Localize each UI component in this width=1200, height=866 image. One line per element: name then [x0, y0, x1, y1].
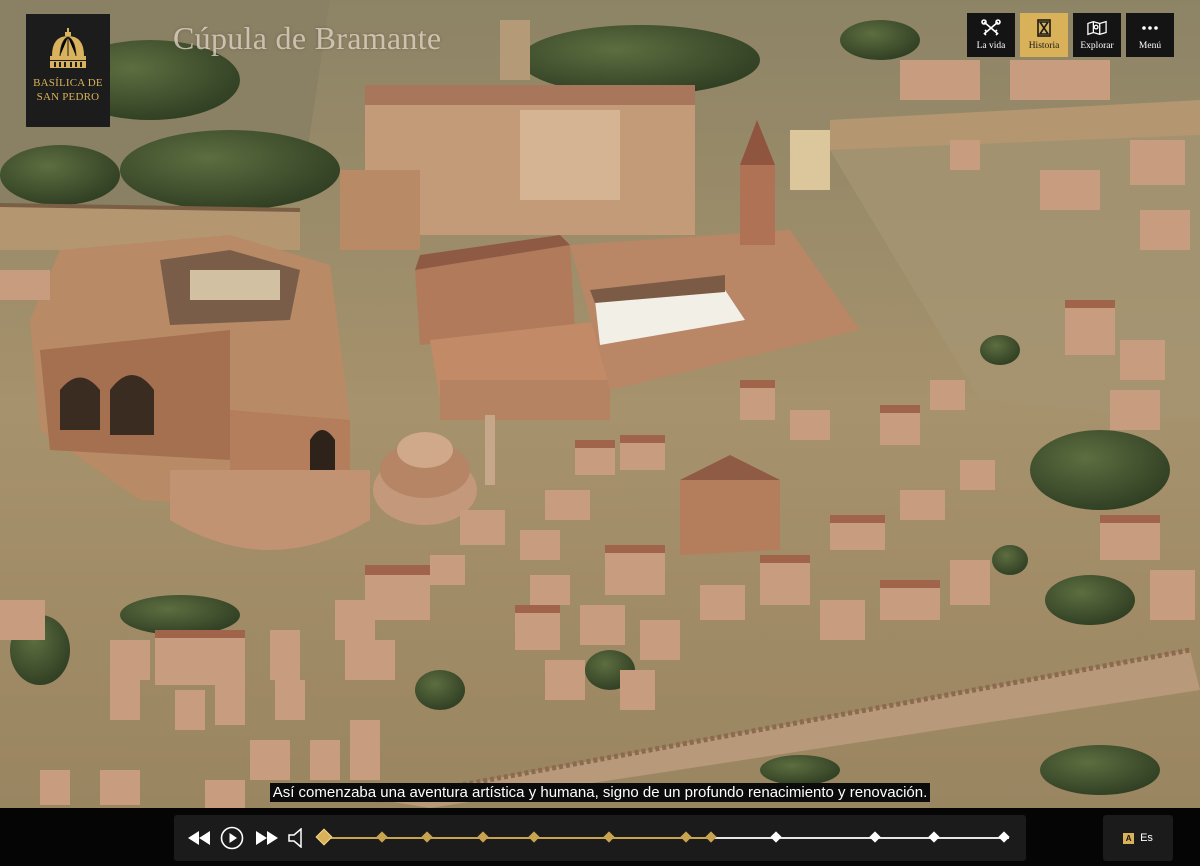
- fast-forward-button[interactable]: [252, 815, 282, 861]
- nav-label: Historia: [1028, 41, 1060, 51]
- timeline-marker[interactable]: [680, 831, 692, 843]
- subtitle-caption: Así comenzaba una aventura artística y h…: [0, 783, 1200, 803]
- rewind-icon: [188, 831, 210, 845]
- top-navigation: La vida Historia Explorar Menú: [967, 13, 1174, 57]
- logo-text: BASÍLICA DE SAN PEDRO: [33, 76, 103, 104]
- timeline-marker[interactable]: [997, 831, 1010, 843]
- player-controls: [174, 815, 1026, 861]
- fast-forward-icon: [256, 831, 278, 845]
- rewind-button[interactable]: [184, 815, 214, 861]
- timeline-marker[interactable]: [477, 831, 489, 843]
- timeline-marker[interactable]: [770, 831, 782, 843]
- logo-line-2: SAN PEDRO: [36, 91, 100, 103]
- basilica-logo[interactable]: BASÍLICA DE SAN PEDRO: [26, 14, 110, 127]
- language-button[interactable]: A Es: [1103, 815, 1173, 861]
- timeline-marker[interactable]: [315, 828, 333, 846]
- nav-label: Menú: [1138, 41, 1162, 51]
- crossed-keys-icon: [981, 19, 1001, 37]
- nav-button-historia[interactable]: Historia: [1020, 13, 1068, 57]
- timeline-track[interactable]: [315, 828, 1010, 846]
- subtitle-text: Así comenzaba una aventura artística y h…: [269, 783, 931, 802]
- hourglass-icon: [1034, 19, 1054, 37]
- play-button[interactable]: [218, 815, 246, 861]
- timeline-remaining: [711, 837, 1009, 839]
- timeline-marker[interactable]: [528, 831, 540, 843]
- place-title: Cúpula de Bramante: [173, 20, 442, 56]
- timeline-marker[interactable]: [603, 831, 615, 843]
- play-icon: [220, 826, 244, 850]
- timeline-marker[interactable]: [927, 831, 940, 843]
- map-icon: [1087, 19, 1107, 37]
- logo-line-1: BASÍLICA DE: [33, 77, 103, 89]
- timeline-marker[interactable]: [375, 831, 388, 843]
- scene-view[interactable]: [0, 0, 1200, 808]
- nav-button-menu[interactable]: Menú: [1126, 13, 1174, 57]
- subtitle-language-icon: A: [1123, 832, 1135, 844]
- language-code: Es: [1140, 832, 1153, 844]
- player-bar: A Es: [0, 808, 1200, 866]
- timeline-marker[interactable]: [869, 831, 882, 843]
- more-dots-icon: [1140, 19, 1160, 37]
- nav-label: La vida: [976, 41, 1006, 51]
- volume-button[interactable]: [284, 815, 310, 861]
- nav-label: Explorar: [1080, 41, 1114, 51]
- timeline-marker[interactable]: [705, 831, 717, 843]
- aerial-model-illustration: [0, 0, 1200, 808]
- timeline-marker[interactable]: [421, 831, 433, 843]
- nav-button-la-vida[interactable]: La vida: [967, 13, 1015, 57]
- speaker-icon: [288, 828, 302, 848]
- nav-button-explorar[interactable]: Explorar: [1073, 13, 1121, 57]
- dome-logo-icon: [50, 28, 86, 68]
